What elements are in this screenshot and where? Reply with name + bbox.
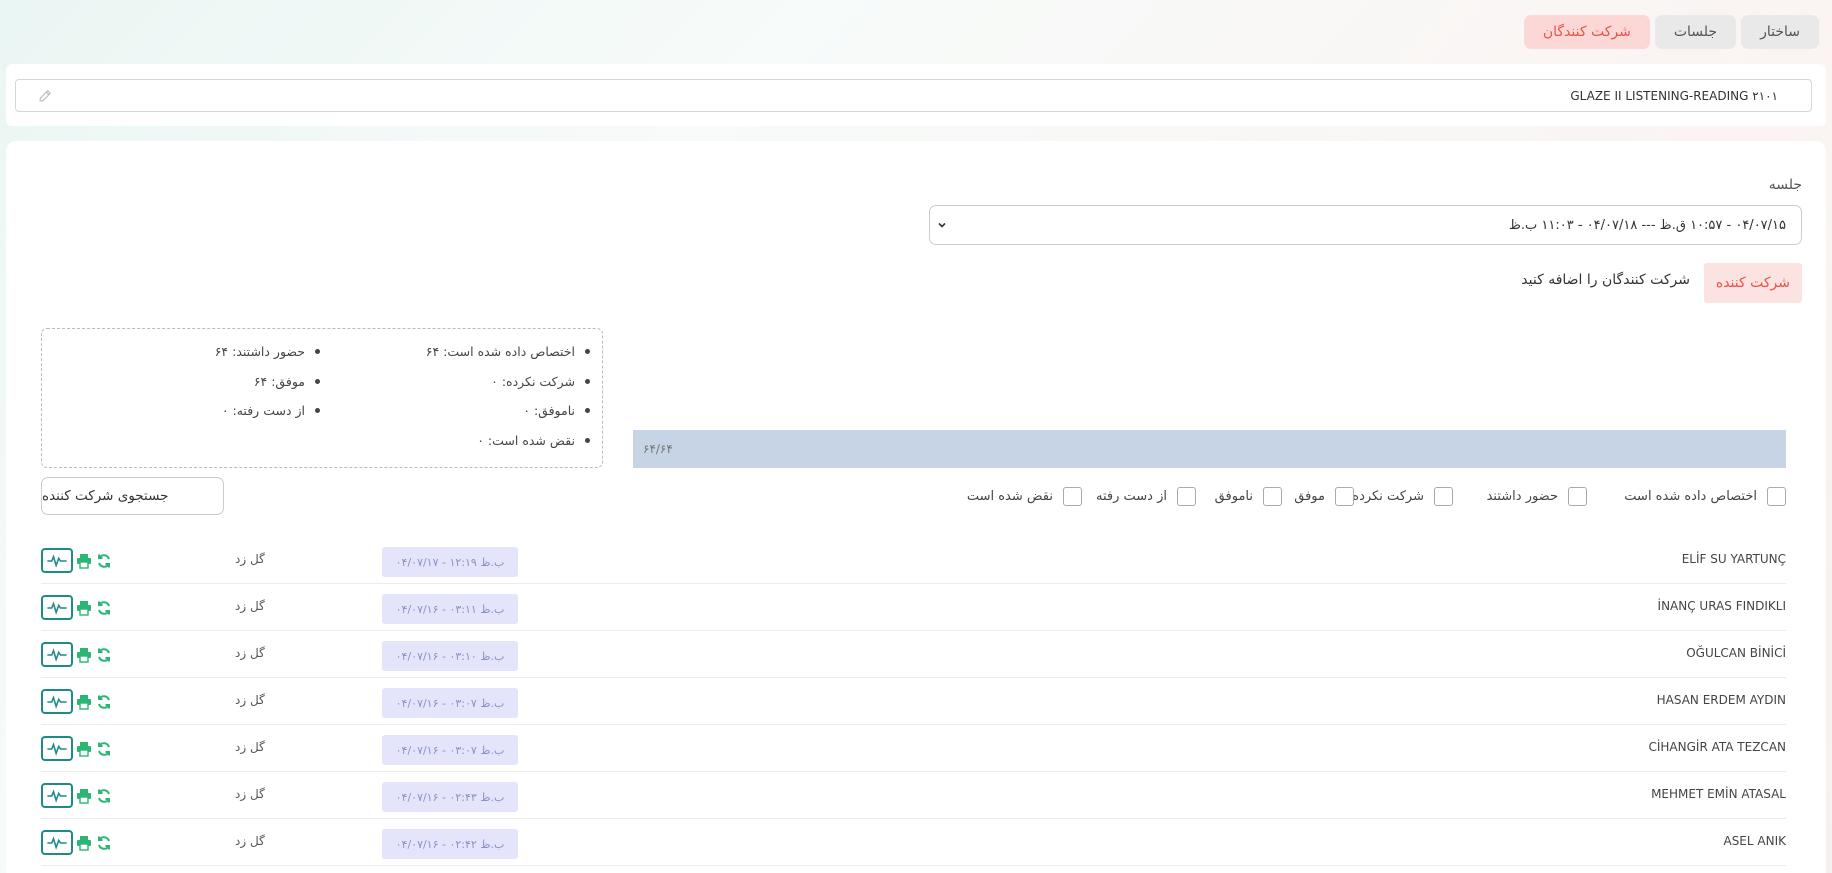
refresh-icon[interactable] [95,693,113,711]
participant-tab[interactable]: شرکت کننده [1703,263,1802,303]
checkbox[interactable] [1335,487,1354,506]
row-status: گل زد [235,646,265,660]
session-select[interactable]: ۰۴/۰۷/۱۵ - ۱۰:۵۷ ق.ظ --- ۰۴/۰۷/۱۸ - ۱۱:۰… [929,205,1802,245]
activity-icon[interactable] [41,595,73,620]
row-status: گل زد [235,599,265,613]
refresh-icon[interactable] [95,787,113,805]
row-timestamp: ۰۴/۰۷/۱۶ - ۰۲:۴۳ ب.ظ [382,782,518,812]
add-participants-link[interactable]: شرکت کنندگان را اضافه کنید [1521,272,1690,288]
table-row: گل زد ۰۴/۰۷/۱۶ - ۰۲:۴۳ ب.ظ MEHMET EMİN ATA… [41,772,1786,819]
row-timestamp: ۰۴/۰۷/۱۶ - ۰۳:۰۷ ب.ظ [382,735,518,765]
row-name[interactable]: MEHMET EMİN ATASAL [1651,787,1786,801]
row-name[interactable]: HASAN ERDEM AYDIN [1657,693,1786,707]
filter-passed[interactable]: موفق [1294,487,1354,506]
row-timestamp: ۰۴/۰۷/۱۶ - ۰۳:۱۰ ب.ظ [382,641,518,671]
row-actions [41,548,113,573]
row-status: گل زد [235,693,265,707]
activity-icon[interactable] [41,642,73,667]
filter-attended[interactable]: حضور داشتند [1487,487,1587,506]
course-title: GLAZE II LISTENING-READING ۲۱۰۱ [1570,88,1778,103]
table-row: گل زد ۰۴/۰۷/۱۶ - ۰۳:۱۱ ب.ظ İNANÇ URAS FIND… [41,584,1786,631]
checkbox[interactable] [1063,487,1082,506]
filter-not-attended[interactable]: شرکت نکرده [1352,487,1453,506]
row-name[interactable]: ELİF SU YARTUNÇ [1682,552,1786,566]
row-name[interactable]: İNANÇ URAS FINDIKLI [1658,599,1786,613]
print-icon[interactable] [75,646,93,664]
session-select-value: ۰۴/۰۷/۱۵ - ۱۰:۵۷ ق.ظ --- ۰۴/۰۷/۱۸ - ۱۱:۰… [1508,217,1786,233]
row-timestamp: ۰۴/۰۷/۱۷ - ۱۲:۱۹ ب.ظ [382,547,518,577]
row-status: گل زد [235,552,265,566]
row-name[interactable]: ASEL ANIK [1723,834,1786,848]
search-participant-button[interactable]: جستجوی شرکت کننده [41,477,224,515]
activity-icon[interactable] [41,548,73,573]
table-row: گل زد ۰۴/۰۷/۱۶ - ۰۳:۱۰ ب.ظ OĞULCAN BİNİCİ [41,631,1786,678]
top-tabs: ساختار جلسات شرکت کنندگان [1523,15,1819,49]
checkbox[interactable] [1767,487,1786,506]
progress-bar: ۶۴/۶۴ [633,430,1786,468]
filter-lost[interactable]: از دست رفته [1096,487,1196,506]
stat-assigned: اختصاص داده شده است: ۶۴ [426,344,590,359]
row-actions [41,830,113,855]
activity-icon[interactable] [41,783,73,808]
tab-structure[interactable]: ساختار [1741,15,1819,49]
row-name[interactable]: CİHANGİR ATA TEZCAN [1648,740,1786,754]
refresh-icon[interactable] [95,834,113,852]
row-timestamp: ۰۴/۰۷/۱۶ - ۰۳:۰۷ ب.ظ [382,688,518,718]
stat-lost: از دست رفته: ۰ [222,403,320,418]
row-actions [41,736,113,761]
row-name[interactable]: OĞULCAN BİNİCİ [1686,646,1786,660]
checkbox[interactable] [1434,487,1453,506]
refresh-icon[interactable] [95,599,113,617]
stat-attended: حضور داشتند: ۶۴ [215,344,320,359]
row-actions [41,595,113,620]
chevron-down-icon [936,219,948,231]
print-icon[interactable] [75,552,93,570]
refresh-icon[interactable] [95,646,113,664]
stat-passed: موفق: ۶۴ [254,374,320,389]
table-row: گل زد ۰۴/۰۷/۱۶ - ۰۲:۴۲ ب.ظ ASEL ANIK [41,819,1786,866]
table-row: گل زد ۰۴/۰۷/۱۷ - ۱۲:۱۹ ب.ظ ELİF SU YARTUNÇ [41,537,1786,584]
pencil-icon[interactable] [38,89,52,103]
course-title-field[interactable]: GLAZE II LISTENING-READING ۲۱۰۱ [15,79,1812,112]
row-actions [41,783,113,808]
activity-icon[interactable] [41,830,73,855]
tab-participants[interactable]: شرکت کنندگان [1523,15,1650,49]
refresh-icon[interactable] [95,740,113,758]
refresh-icon[interactable] [95,552,113,570]
stat-violated: نقض شده است: ۰ [477,433,590,448]
row-actions [41,689,113,714]
print-icon[interactable] [75,599,93,617]
row-status: گل زد [235,787,265,801]
stat-failed: ناموفق: ۰ [523,403,590,418]
row-timestamp: ۰۴/۰۷/۱۶ - ۰۳:۱۱ ب.ظ [382,594,518,624]
progress-text: ۶۴/۶۴ [643,442,673,456]
activity-icon[interactable] [41,689,73,714]
table-row: گل زد ۰۴/۰۷/۱۶ - ۰۳:۰۷ ب.ظ CİHANGİR ATA TE… [41,725,1786,772]
stat-not-attended: شرکت نکرده: ۰ [491,374,590,389]
print-icon[interactable] [75,787,93,805]
filter-failed[interactable]: ناموفق [1215,487,1282,506]
row-status: گل زد [235,740,265,754]
tab-sessions[interactable]: جلسات [1654,15,1737,49]
filter-violated[interactable]: نقض شده است [967,487,1082,506]
table-row: گل زد ۰۴/۰۷/۱۶ - ۰۳:۰۷ ب.ظ HASAN ERDEM AYD… [41,678,1786,725]
print-icon[interactable] [75,740,93,758]
stats-summary: اختصاص داده شده است: ۶۴ حضور داشتند: ۶۴ … [41,328,603,468]
row-timestamp: ۰۴/۰۷/۱۶ - ۰۲:۴۲ ب.ظ [382,829,518,859]
session-label: جلسه [1768,177,1802,193]
print-icon[interactable] [75,693,93,711]
row-status: گل زد [235,834,265,848]
checkbox[interactable] [1263,487,1282,506]
checkbox[interactable] [1177,487,1196,506]
checkbox[interactable] [1568,487,1587,506]
row-actions [41,642,113,667]
activity-icon[interactable] [41,736,73,761]
filter-assigned[interactable]: اختصاص داده شده است [1624,487,1786,506]
print-icon[interactable] [75,834,93,852]
